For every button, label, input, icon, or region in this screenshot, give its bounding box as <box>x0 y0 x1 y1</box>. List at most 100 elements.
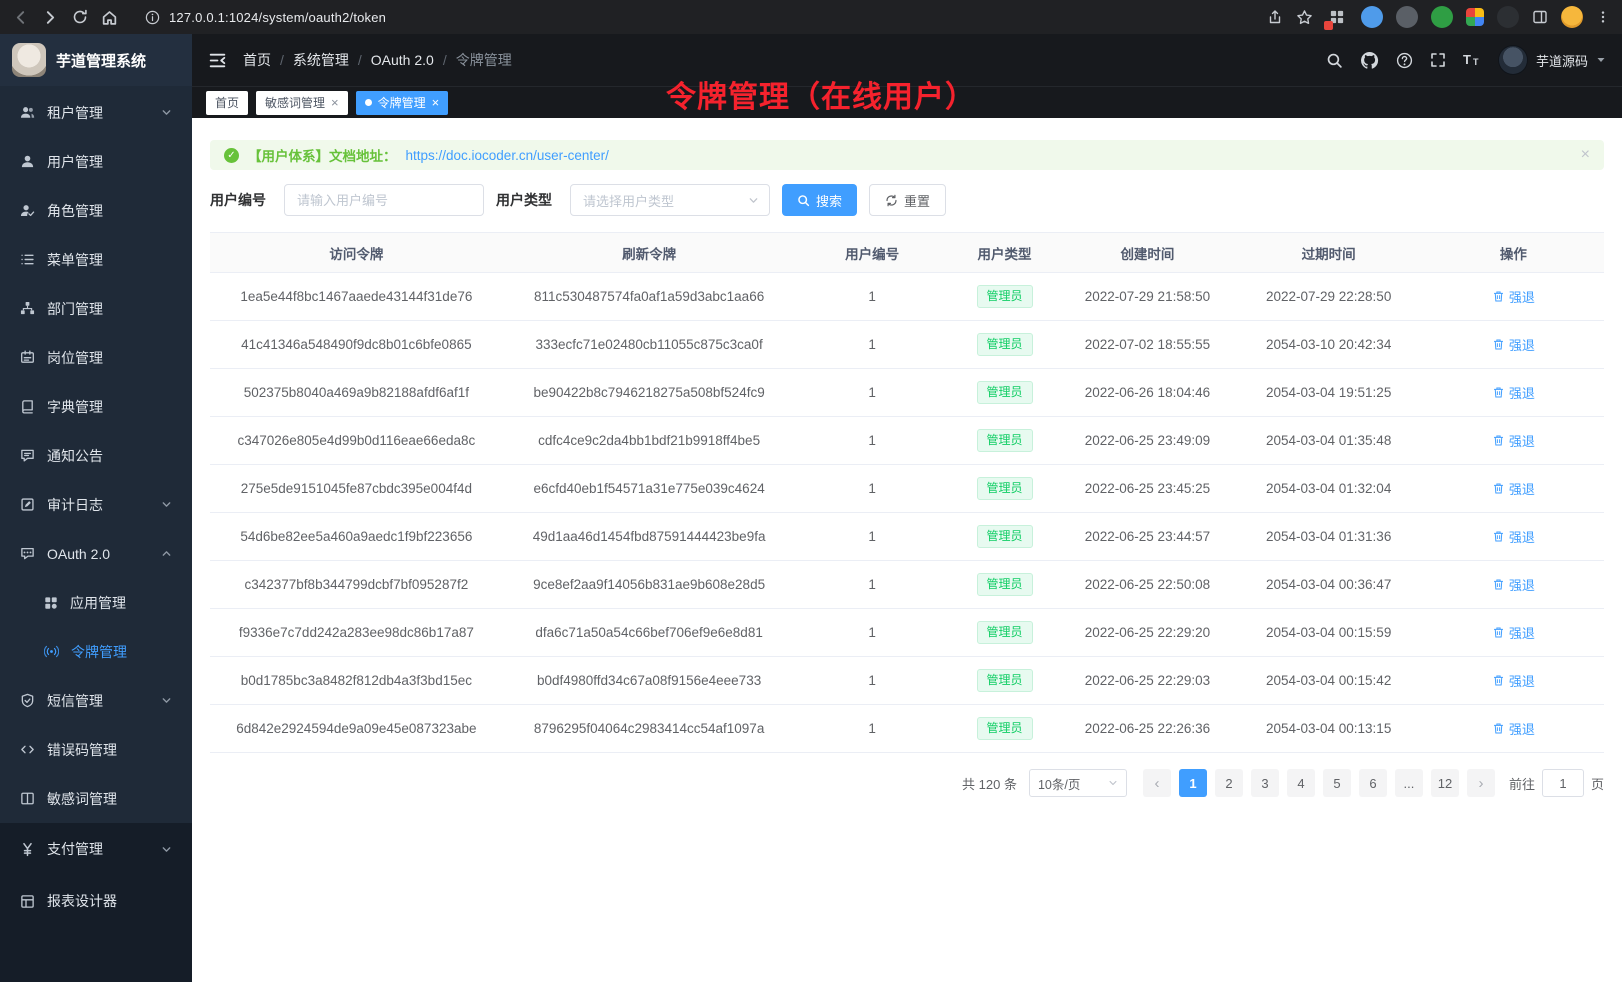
page-size-select[interactable]: 10条/页 <box>1029 769 1127 797</box>
force-logout-button[interactable]: 强退 <box>1492 719 1535 738</box>
search-button[interactable]: 搜索 <box>782 184 857 216</box>
sidebar-item-oauth2[interactable]: OAuth 2.0 <box>0 529 192 578</box>
user-name: 芋道源码 <box>1536 51 1588 70</box>
prev-page-button[interactable]: ‹ <box>1143 769 1171 797</box>
extension-green-icon[interactable] <box>1431 6 1453 28</box>
extension-dark-icon[interactable] <box>1396 6 1418 28</box>
page-button-12[interactable]: 12 <box>1431 769 1459 797</box>
font-size-icon[interactable]: TT <box>1463 51 1481 69</box>
sidebar-item-label: 角色管理 <box>47 201 103 221</box>
force-logout-button[interactable]: 强退 <box>1492 671 1535 690</box>
force-logout-button[interactable]: 强退 <box>1492 527 1535 546</box>
menu-list-icon <box>20 252 35 267</box>
help-icon[interactable] <box>1396 52 1413 69</box>
chevron-down-icon <box>161 107 172 118</box>
extensions-puzzle-icon[interactable] <box>1466 8 1484 26</box>
site-info-icon[interactable] <box>145 10 160 25</box>
force-logout-button[interactable]: 强退 <box>1492 383 1535 402</box>
breadcrumb-item-home[interactable]: 首页 <box>243 50 271 70</box>
expire-time-cell: 2054-03-04 00:36:47 <box>1235 561 1423 609</box>
sidebar-item-audit-log[interactable]: 审计日志 <box>0 480 192 529</box>
browser-profile-avatar[interactable] <box>1561 6 1583 28</box>
app-logo[interactable]: 芋道管理系统 <box>0 34 192 86</box>
home-icon[interactable] <box>101 9 118 26</box>
collapse-sidebar-icon[interactable] <box>208 51 227 70</box>
refresh-token-cell: e6cfd40eb1f54571a31e775e039c4624 <box>503 465 796 513</box>
force-logout-button[interactable]: 强退 <box>1492 575 1535 594</box>
sidebar-item-oauth2-token[interactable]: 令牌管理 <box>0 627 192 676</box>
sidebar-item-oauth2-app[interactable]: 应用管理 <box>0 578 192 627</box>
extension-grid-icon[interactable] <box>1326 6 1348 28</box>
user-id-input[interactable] <box>284 184 484 216</box>
access-token-cell: 6d842e2924594de9a09e45e087323abe <box>210 705 503 753</box>
extension-blue-icon[interactable] <box>1361 6 1383 28</box>
sidebar-item-post[interactable]: 岗位管理 <box>0 333 192 382</box>
user-type-select[interactable]: 请选择用户类型 <box>570 184 770 216</box>
active-tab-dot <box>365 99 372 106</box>
user-type-placeholder: 请选择用户类型 <box>583 191 674 210</box>
sidebar-item-menu[interactable]: 菜单管理 <box>0 235 192 284</box>
force-logout-button[interactable]: 强退 <box>1492 431 1535 450</box>
page-content: ✓ 【用户体系】文档地址： https://doc.iocoder.cn/use… <box>192 118 1622 982</box>
sidebar-item-notice[interactable]: 通知公告 <box>0 431 192 480</box>
back-icon[interactable] <box>12 9 29 26</box>
tab-home[interactable]: 首页 <box>206 91 248 115</box>
sidebar-item-role[interactable]: 角色管理 <box>0 186 192 235</box>
reset-button[interactable]: 重置 <box>869 184 946 216</box>
bookmark-star-icon[interactable] <box>1296 9 1313 26</box>
created-time-cell: 2022-06-25 23:44:57 <box>1060 513 1234 561</box>
filter-bar: 用户编号 用户类型 请选择用户类型 搜索 重置 <box>210 184 1604 216</box>
sidebar-item-pay[interactable]: 支付管理 <box>0 823 192 875</box>
tab-sensitive-word[interactable]: 敏感词管理× <box>256 91 348 115</box>
tab-label: 令牌管理 <box>378 94 426 111</box>
page-button-3[interactable]: 3 <box>1251 769 1279 797</box>
forward-icon[interactable] <box>42 9 59 26</box>
share-icon[interactable] <box>1267 9 1283 25</box>
fullscreen-icon[interactable] <box>1430 52 1446 68</box>
sidebar-item-sensitive-word[interactable]: 敏感词管理 <box>0 774 192 823</box>
more-pages-button[interactable]: ... <box>1395 769 1423 797</box>
table-header-row: 访问令牌刷新令牌用户编号用户类型创建时间过期时间操作 <box>210 233 1604 273</box>
tab-token[interactable]: 令牌管理 × <box>356 91 449 115</box>
sidebar-item-user[interactable]: 用户管理 <box>0 137 192 186</box>
user-menu[interactable]: 芋道源码 <box>1498 45 1606 75</box>
close-tab-icon[interactable]: × <box>432 96 440 109</box>
sidebar-item-dept[interactable]: 部门管理 <box>0 284 192 333</box>
github-icon[interactable] <box>1360 51 1379 70</box>
sidebar-item-label: 错误码管理 <box>47 740 117 760</box>
force-logout-button[interactable]: 强退 <box>1492 479 1535 498</box>
user-id-cell: 1 <box>795 705 948 753</box>
application-icon <box>44 596 58 610</box>
breadcrumb-item-oauth2[interactable]: OAuth 2.0 <box>371 52 434 68</box>
sidebar-item-dict[interactable]: 字典管理 <box>0 382 192 431</box>
close-tab-icon[interactable]: × <box>331 96 339 109</box>
doc-link[interactable]: https://doc.iocoder.cn/user-center/ <box>406 148 609 163</box>
tab-label: 首页 <box>215 94 239 111</box>
search-icon[interactable] <box>1326 52 1343 69</box>
breadcrumb-item-system[interactable]: 系统管理 <box>293 50 349 70</box>
close-alert-icon[interactable]: × <box>1581 147 1590 163</box>
goto-page-input[interactable] <box>1542 769 1584 797</box>
page-button-2[interactable]: 2 <box>1215 769 1243 797</box>
side-panel-icon[interactable] <box>1532 9 1548 25</box>
sidebar-item-report-designer[interactable]: 报表设计器 <box>0 875 192 927</box>
extension-black-icon[interactable] <box>1497 6 1519 28</box>
sidebar-item-error-code[interactable]: 错误码管理 <box>0 725 192 774</box>
reload-icon[interactable] <box>72 9 88 25</box>
sidebar-item-label: 应用管理 <box>70 593 126 613</box>
page-button-5[interactable]: 5 <box>1323 769 1351 797</box>
next-page-button[interactable]: › <box>1467 769 1495 797</box>
force-logout-button[interactable]: 强退 <box>1492 623 1535 642</box>
sidebar-item-sms[interactable]: 短信管理 <box>0 676 192 725</box>
user-type-cell: 管理员 <box>949 657 1061 705</box>
page-button-4[interactable]: 4 <box>1287 769 1315 797</box>
action-cell: 强退 <box>1423 657 1604 705</box>
force-logout-button[interactable]: 强退 <box>1492 287 1535 306</box>
address-bar[interactable]: 127.0.0.1:1024/system/oauth2/token <box>135 4 1250 30</box>
expire-time-cell: 2022-07-29 22:28:50 <box>1235 273 1423 321</box>
force-logout-button[interactable]: 强退 <box>1492 335 1535 354</box>
page-button-1[interactable]: 1 <box>1179 769 1207 797</box>
page-button-6[interactable]: 6 <box>1359 769 1387 797</box>
sidebar-item-tenant[interactable]: 租户管理 <box>0 88 192 137</box>
browser-menu-icon[interactable] <box>1596 10 1610 24</box>
